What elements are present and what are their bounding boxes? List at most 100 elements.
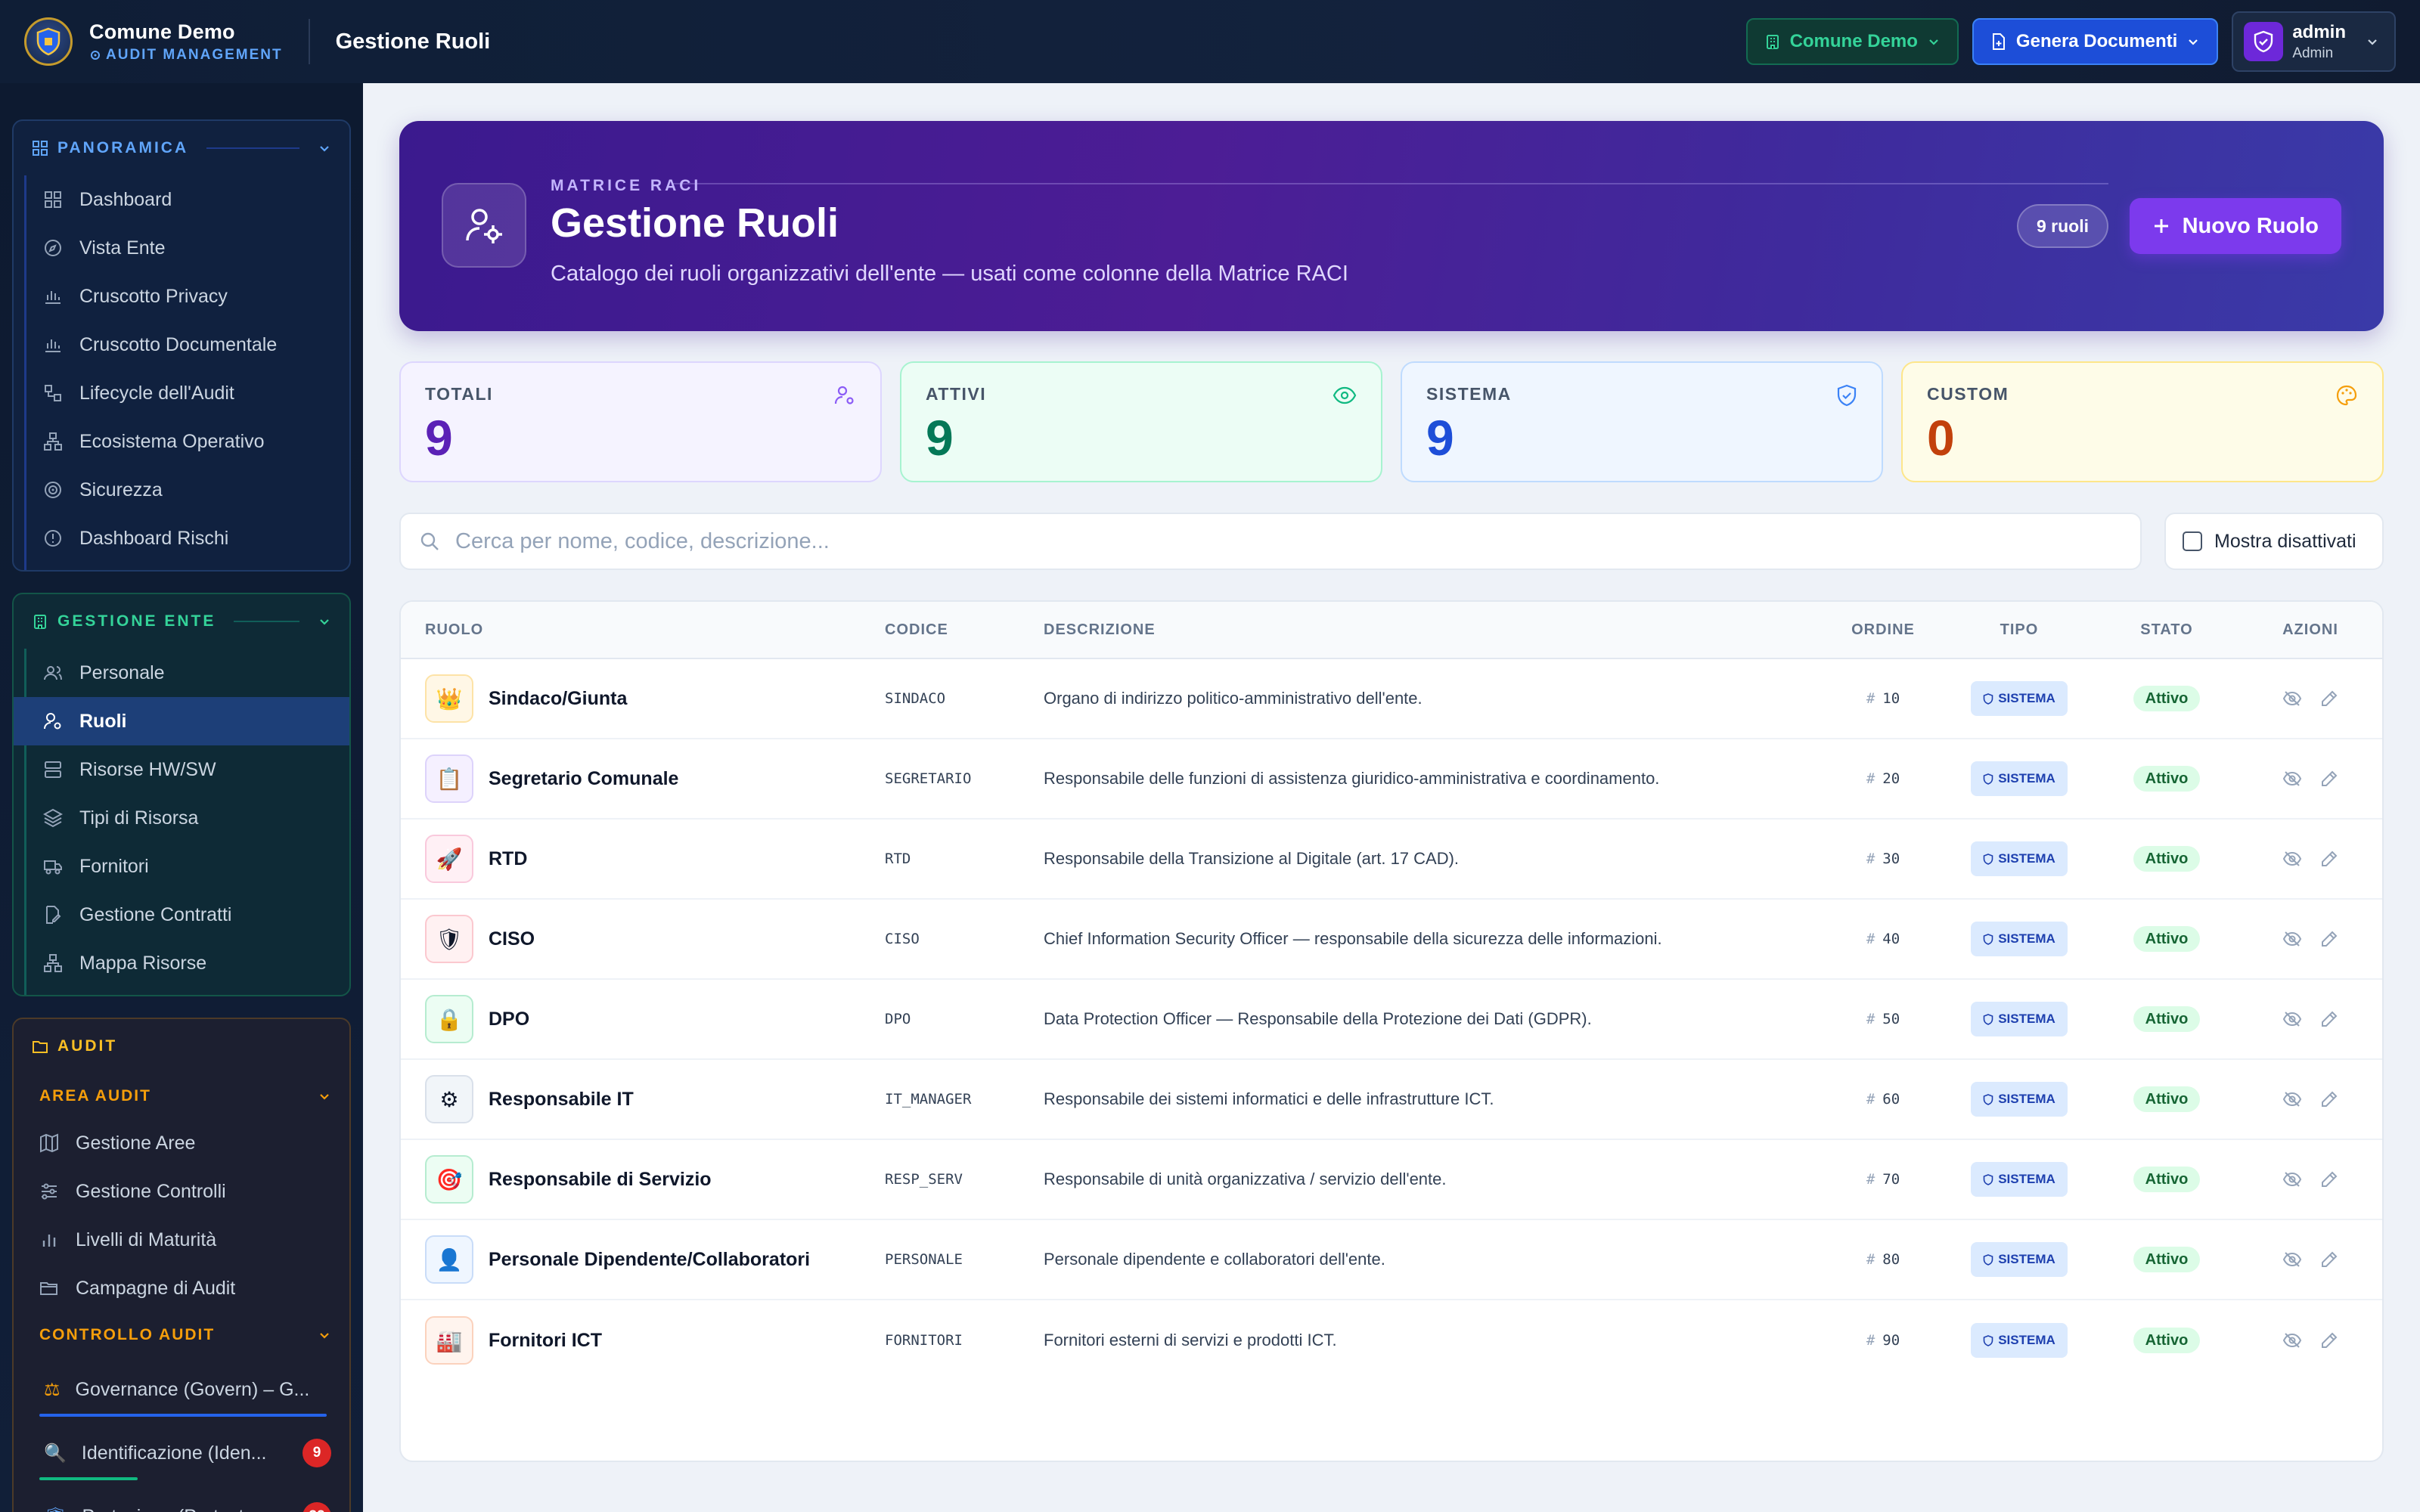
section-header-audit[interactable]: AUDIT [14,1019,349,1074]
role-code: PERSONALE [885,1251,963,1268]
section-gestione-ente: GESTIONE ENTE Personale Ruoli Risorse HW… [12,593,351,996]
sidebar-item-risorse[interactable]: Risorse HW/SW [26,745,349,794]
pencil-icon[interactable] [2320,770,2338,788]
status-cell: Attivo [2095,1167,2238,1192]
shield-small-icon [1983,1093,1993,1105]
table-row[interactable]: 🔒 DPO DPO Data Protection Officer — Resp… [401,980,2382,1060]
order-value: 90 [1882,1332,1900,1349]
sidebar-item-gestione-controlli[interactable]: Gestione Controlli [14,1167,349,1216]
sidebar-item-sicurezza[interactable]: Sicurezza [26,466,349,514]
column-header-azioni: AZIONI [2282,621,2338,638]
new-role-button[interactable]: Nuovo Ruolo [2129,198,2341,254]
sidebar-item-contratti[interactable]: Gestione Contratti [26,891,349,939]
table-body: 👑 Sindaco/Giunta SINDACO Organo di indir… [401,659,2382,1380]
stats-row: TOTALI 9 ATTIVI 9 SISTEMA 9 CUSTOM 0 [399,361,2384,482]
pencil-icon[interactable] [2320,1090,2338,1108]
eye-off-icon[interactable] [2282,1170,2302,1188]
table-row[interactable]: 📋 Segretario Comunale SEGRETARIO Respons… [401,739,2382,820]
sidebar-item-personale[interactable]: Personale [26,649,349,697]
subsection-area-audit[interactable]: AREA AUDIT [14,1074,349,1119]
progress-bar [39,1414,327,1417]
pencil-icon[interactable] [2320,689,2338,708]
table-row[interactable]: 👤 Personale Dipendente/Collaboratori PER… [401,1220,2382,1300]
column-header-descrizione[interactable]: DESCRIZIONE [1044,621,1823,639]
eye-off-icon[interactable] [2282,1250,2302,1269]
eye-off-icon[interactable] [2282,1090,2302,1108]
column-header-stato[interactable]: STATO [2095,621,2238,639]
pencil-icon[interactable] [2320,1010,2338,1028]
sidebar-item-livelli-maturita[interactable]: Livelli di Maturità [14,1216,349,1264]
column-header-ordine[interactable]: ORDINE [1823,621,1944,639]
brand-subtitle: AUDIT MANAGEMENT [89,47,283,64]
ente-selector[interactable]: Comune Demo [1745,18,1959,65]
column-header-codice[interactable]: CODICE [885,621,1044,639]
sidebar-item-ruoli[interactable]: Ruoli [14,697,349,745]
description-cell: Responsabile di unità organizzativa / se… [1044,1168,1823,1191]
section-header-panoramica[interactable]: PANORAMICA [14,121,349,175]
sidebar-item-vista-ente[interactable]: Vista Ente [26,224,349,272]
column-header-ruolo[interactable]: RUOLO [401,621,885,639]
show-disabled-toggle[interactable]: Mostra disattivati [2164,513,2384,570]
user-menu[interactable]: admin Admin [2232,11,2396,72]
sidebar-item-dashboard[interactable]: Dashboard [26,175,349,224]
sidebar-item-campagne-audit[interactable]: Campagne di Audit [14,1264,349,1312]
table-row[interactable]: 🛡 CISO CISO Chief Information Security O… [401,900,2382,980]
layers-icon [43,808,63,828]
coat-of-arms-logo[interactable] [24,17,73,66]
eye-off-icon[interactable] [2282,850,2302,868]
table-row[interactable]: 🏭 Fornitori ICT FORNITORI Fornitori este… [401,1300,2382,1380]
network-icon [44,432,62,451]
generate-documents-button[interactable]: Genera Documenti [1972,18,2219,65]
table-header: RUOLO CODICE DESCRIZIONE ORDINE TIPO STA… [401,602,2382,659]
hash-icon: # [1866,1332,1876,1349]
sidebar-item-identificazione[interactable]: 🔍 Identificazione (Iden... 9 [14,1421,349,1485]
sidebar-item-tipi-risorsa[interactable]: Tipi di Risorsa [26,794,349,842]
stat-label: ATTIVI [926,384,987,404]
pencil-icon[interactable] [2320,1331,2338,1349]
table-row[interactable]: ⚙ Responsabile IT IT_MANAGER Responsabil… [401,1060,2382,1140]
type-cell: SISTEMA [1944,681,2095,716]
sidebar-item-dashboard-rischi[interactable]: Dashboard Rischi [26,514,349,562]
code-cell: CISO [885,931,1044,947]
section-header-gestione-ente[interactable]: GESTIONE ENTE [14,594,349,649]
alert-circle-icon [45,530,61,547]
eye-off-icon[interactable] [2282,1331,2302,1349]
type-value: SISTEMA [1998,931,2055,946]
hash-icon: # [1866,770,1876,787]
sidebar-item-lifecycle[interactable]: Lifecycle dell'Audit [26,369,349,417]
order-value: 20 [1882,770,1900,787]
table-row[interactable]: 🚀 RTD RTD Responsabile della Transizione… [401,820,2382,900]
sidebar-item-protezione[interactable]: 🛡 Protezione (Protect... 32 [14,1485,349,1512]
shield-check-icon [1837,384,1857,407]
pencil-icon[interactable] [2320,1250,2338,1269]
pencil-icon[interactable] [2320,850,2338,868]
sidebar-item-fornitori[interactable]: Fornitori [26,842,349,891]
order-value: 30 [1882,850,1900,867]
sidebar-item-governance[interactable]: ⚖ Governance (Govern) – G... [14,1358,349,1421]
subsection-controllo-audit[interactable]: CONTROLLO AUDIT [14,1312,349,1358]
brand-name: Comune Demo [89,20,235,43]
eye-off-icon[interactable] [2282,770,2302,788]
table-row[interactable]: 🎯 Responsabile di Servizio RESP_SERV Res… [401,1140,2382,1220]
eye-off-icon[interactable] [2282,1010,2302,1028]
order-cell: #40 [1823,931,1944,947]
sidebar-item-cruscotto-documentale[interactable]: Cruscotto Documentale [26,321,349,369]
type-cell: SISTEMA [1944,761,2095,796]
type-badge: SISTEMA [1971,761,2068,796]
role-description: Data Protection Officer — Responsabile d… [1044,1009,1592,1028]
order-value: 10 [1882,690,1900,707]
pencil-icon[interactable] [2320,930,2338,948]
role-code: SINDACO [885,690,946,707]
sidebar-item-ecosistema[interactable]: Ecosistema Operativo [26,417,349,466]
type-value: SISTEMA [1998,1012,2055,1026]
pencil-icon[interactable] [2320,1170,2338,1188]
column-header-tipo[interactable]: TIPO [1944,621,2095,639]
search-input[interactable] [455,528,2122,554]
sidebar-item-cruscotto-privacy[interactable]: Cruscotto Privacy [26,272,349,321]
sidebar-item-mappa-risorse[interactable]: Mappa Risorse [26,939,349,987]
eye-off-icon[interactable] [2282,930,2302,948]
sidebar-item-gestione-aree[interactable]: Gestione Aree [14,1119,349,1167]
show-disabled-checkbox[interactable] [2183,531,2202,551]
table-row[interactable]: 👑 Sindaco/Giunta SINDACO Organo di indir… [401,659,2382,739]
eye-off-icon[interactable] [2282,689,2302,708]
